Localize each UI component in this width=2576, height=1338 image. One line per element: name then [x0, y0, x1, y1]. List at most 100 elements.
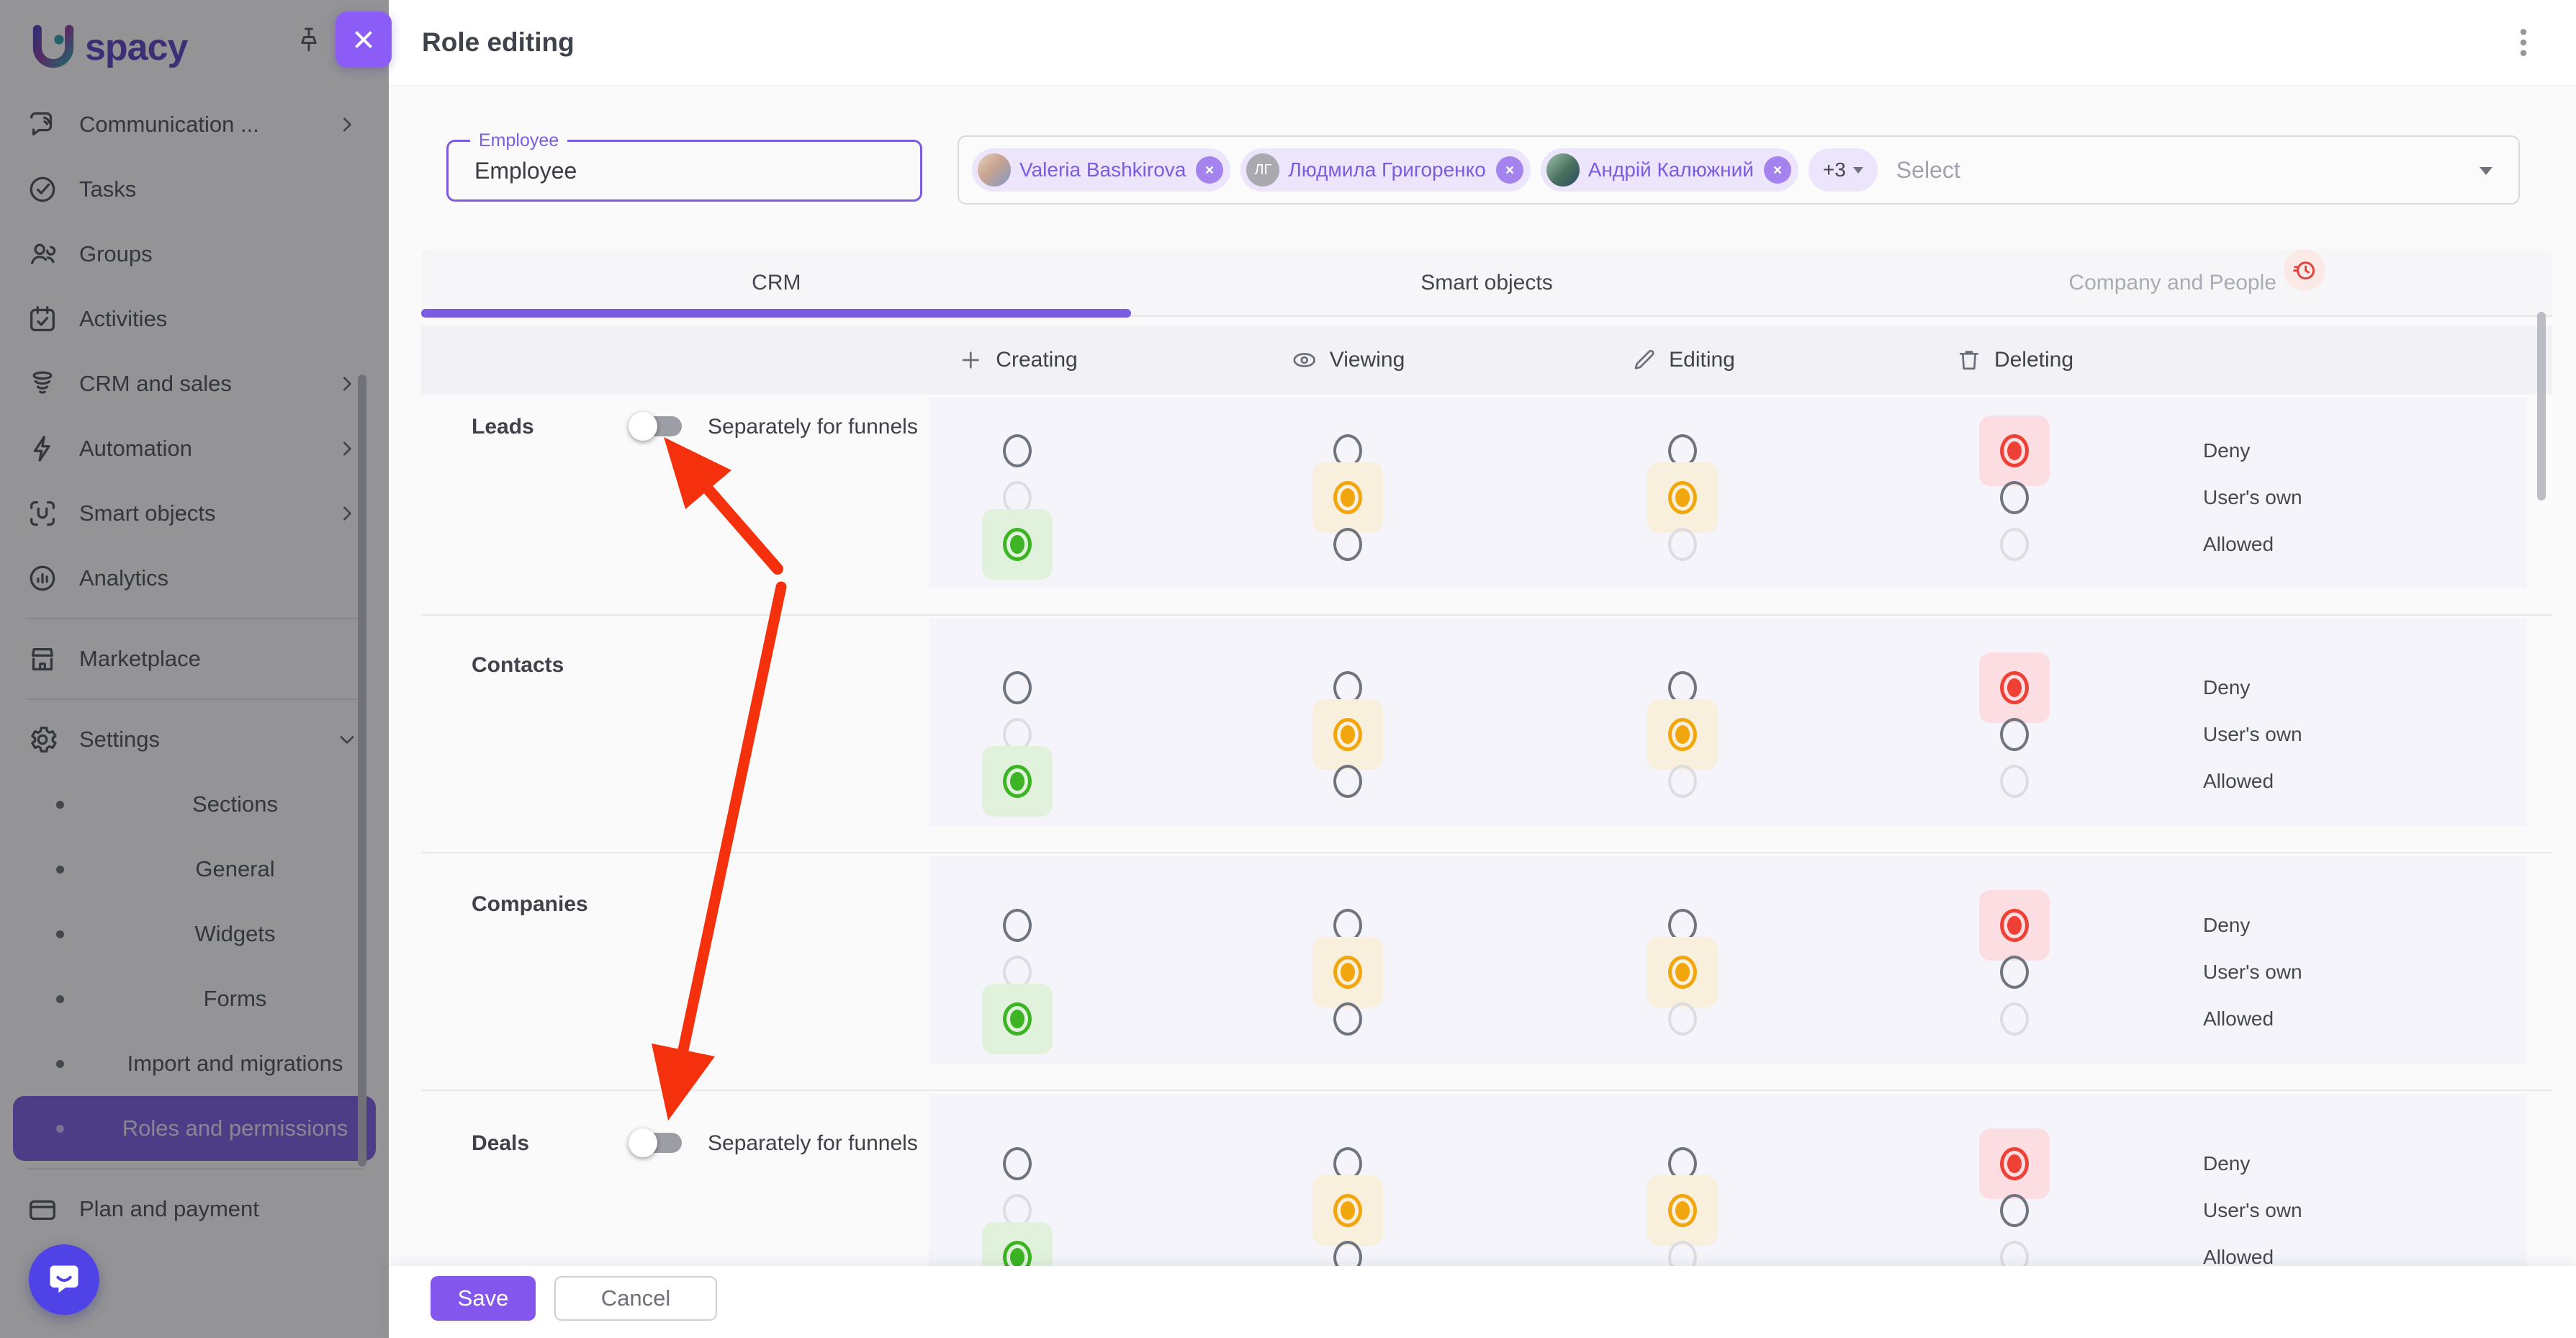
radio-contacts-deleting-deny[interactable] [2000, 671, 2029, 704]
radio-leads-editing-user-s-own[interactable] [1668, 481, 1697, 514]
sidebar-item-plan-and-payment[interactable]: Plan and payment [0, 1177, 389, 1242]
radio-leads-creating-allowed[interactable] [1003, 528, 1032, 561]
chevron-down-icon[interactable] [2480, 167, 2492, 175]
option-label: Deny [2203, 914, 2250, 937]
tabs: CRMSmart objectsCompany and People [421, 249, 2552, 317]
cancel-button[interactable]: Cancel [554, 1276, 717, 1321]
sidebar-item-forms[interactable]: Forms [13, 966, 376, 1031]
employee-field[interactable]: Employee Employee [446, 140, 922, 202]
logo: spacy [26, 16, 187, 79]
crm-icon [26, 367, 59, 400]
settings-icon [26, 723, 59, 756]
permission-group-contacts: ContactsDenyUser's ownAllowed [421, 616, 2552, 853]
radio-leads-viewing-allowed[interactable] [1333, 528, 1362, 561]
option-label: User's own [2203, 723, 2302, 746]
sidebar-divider [26, 699, 363, 700]
sidebar-item-tasks[interactable]: Tasks [0, 157, 389, 222]
radio-contacts-creating-deny[interactable] [1003, 671, 1032, 704]
option-label: Deny [2203, 439, 2250, 462]
avatar [978, 153, 1011, 187]
radio-leads-viewing-user-s-own[interactable] [1333, 481, 1362, 514]
remove-member-button[interactable] [1196, 156, 1223, 184]
radio-companies-viewing-allowed[interactable] [1333, 1002, 1362, 1036]
sidebar-item-analytics[interactable]: Analytics [0, 546, 389, 611]
option-label: User's own [2203, 486, 2302, 509]
sidebar-divider [26, 1168, 363, 1169]
radio-companies-viewing-user-s-own[interactable] [1333, 956, 1362, 989]
radio-leads-deleting-deny[interactable] [2000, 434, 2029, 467]
sidebar-item-automation[interactable]: Automation [0, 416, 389, 481]
radio-leads-creating-deny[interactable] [1003, 434, 1032, 467]
member-chip[interactable]: ЛГЛюдмила Григоренко [1240, 148, 1530, 192]
radio-contacts-deleting-user-s-own[interactable] [2000, 718, 2029, 751]
sidebar-item-import-and-migrations[interactable]: Import and migrations [13, 1031, 376, 1096]
sidebar-item-general[interactable]: General [13, 837, 376, 902]
sidebar-scrollbar[interactable] [358, 374, 366, 1167]
member-chip-name: Андрій Калюжний [1588, 158, 1754, 181]
member-chip[interactable]: Valeria Bashkirova [972, 148, 1230, 192]
more-members-chip[interactable]: +3 [1809, 148, 1878, 192]
radio-companies-creating-allowed[interactable] [1003, 1002, 1032, 1036]
role-editing-page: spacy Communication ...TasksGroupsActivi… [0, 0, 2576, 1338]
sidebar-item-sections[interactable]: Sections [13, 772, 376, 837]
radio-deals-deleting-deny[interactable] [2000, 1147, 2029, 1180]
funnels-toggle[interactable] [629, 410, 686, 442]
sidebar-item-label: CRM and sales [79, 371, 334, 397]
column-header-creating: Creating [957, 325, 1077, 395]
radio-contacts-editing-user-s-own[interactable] [1668, 718, 1697, 751]
radio-companies-deleting-allowed [2000, 1002, 2029, 1036]
footer: Save Cancel [389, 1266, 2576, 1338]
sidebar-item-widgets[interactable]: Widgets [13, 902, 376, 966]
option-label: User's own [2203, 961, 2302, 984]
trash-icon [1955, 346, 1983, 374]
sidebar-item-label: Sections [99, 791, 371, 817]
chat-launcher-button[interactable] [29, 1244, 99, 1315]
radio-leads-deleting-user-s-own[interactable] [2000, 481, 2029, 514]
radio-contacts-viewing-allowed[interactable] [1333, 765, 1362, 798]
sidebar-item-smart-objects[interactable]: Smart objects [0, 481, 389, 546]
tab-smart-objects[interactable]: Smart objects [1132, 249, 1842, 317]
radio-companies-editing-allowed [1668, 1002, 1697, 1036]
content-scrollbar[interactable] [2537, 312, 2546, 500]
sidebar-item-label: Settings [79, 727, 334, 753]
sidebar-item-settings[interactable]: Settings [0, 707, 389, 772]
radio-deals-editing-user-s-own[interactable] [1668, 1194, 1697, 1227]
funnels-toggle-label: Separately for funnels [708, 1131, 918, 1156]
avatar: ЛГ [1246, 153, 1279, 187]
sidebar-item-activities[interactable]: Activities [0, 287, 389, 351]
radio-companies-deleting-user-s-own[interactable] [2000, 956, 2029, 989]
radio-contacts-viewing-user-s-own[interactable] [1333, 718, 1362, 751]
tab-crm[interactable]: CRM [421, 249, 1132, 317]
radio-deals-creating-deny[interactable] [1003, 1147, 1032, 1180]
save-button[interactable]: Save [431, 1276, 536, 1321]
close-drawer-button[interactable] [335, 12, 392, 68]
sidebar-item-crm-and-sales[interactable]: CRM and sales [0, 351, 389, 416]
radio-companies-editing-user-s-own[interactable] [1668, 956, 1697, 989]
tab-company-and-people[interactable]: Company and People [1842, 249, 2552, 317]
radio-contacts-creating-allowed[interactable] [1003, 765, 1032, 798]
radio-companies-creating-deny[interactable] [1003, 909, 1032, 942]
smart-objects-icon [26, 497, 59, 530]
sidebar-item-communication[interactable]: Communication ... [0, 92, 389, 157]
sidebar-item-groups[interactable]: Groups [0, 222, 389, 287]
remove-member-button[interactable] [1764, 156, 1791, 184]
pin-icon[interactable] [294, 24, 324, 55]
bullet-icon [56, 930, 64, 938]
matrix-tint-panel [929, 619, 2527, 826]
permission-group-leads: LeadsSeparately for funnelsDenyUser's ow… [421, 395, 2552, 616]
group-label: Companies [472, 892, 588, 917]
sidebar-item-marketplace[interactable]: Marketplace [0, 627, 389, 691]
radio-deals-deleting-user-s-own[interactable] [2000, 1194, 2029, 1227]
members-select[interactable]: Valeria BashkirovaЛГЛюдмила Григоренко Ан… [958, 135, 2520, 205]
radio-companies-deleting-deny[interactable] [2000, 909, 2029, 942]
remove-member-button[interactable] [1496, 156, 1523, 184]
sidebar-item-roles-and-permissions[interactable]: Roles and permissions [13, 1096, 376, 1161]
uspacy-logo-icon [26, 20, 81, 75]
kebab-menu-icon[interactable] [2500, 19, 2547, 66]
column-header-label: Creating [996, 348, 1077, 372]
funnels-toggle[interactable] [629, 1127, 686, 1159]
member-chip[interactable]: Андрій Калюжний [1541, 148, 1798, 192]
bullet-icon [56, 1060, 64, 1068]
radio-deals-viewing-user-s-own[interactable] [1333, 1194, 1362, 1227]
sidebar-item-label: Forms [99, 986, 371, 1012]
